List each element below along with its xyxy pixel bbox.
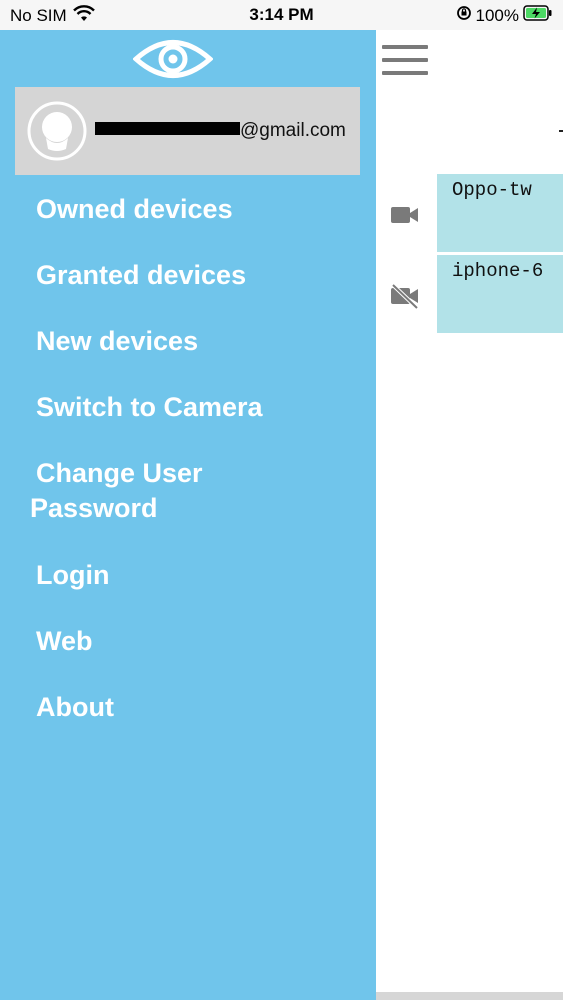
menu-item-new-devices[interactable]: New devices <box>36 324 356 359</box>
navigation-drawer: @gmail.com Owned devices Granted devices… <box>0 30 376 1000</box>
eye-logo-icon <box>132 36 214 82</box>
edge-mark <box>559 130 563 132</box>
menu-item-login[interactable]: Login <box>36 558 356 593</box>
menu-item-label-line2: Password <box>30 493 158 523</box>
battery-percent: 100% <box>475 5 519 25</box>
main-content: Oppo-tw iphone-6 <box>376 30 563 1000</box>
menu-hamburger-icon[interactable] <box>382 45 428 77</box>
menu-item-granted-devices[interactable]: Granted devices <box>36 258 356 293</box>
device-name: iphone-6 <box>452 260 544 282</box>
menu-item-label-line1: Change User <box>36 458 203 488</box>
device-row[interactable]: iphone-6 <box>376 255 563 333</box>
menu-item-switch-to-camera[interactable]: Switch to Camera <box>36 390 356 425</box>
device-card[interactable]: iphone-6 <box>437 255 563 333</box>
status-bar: No SIM 3:14 PM 100% <box>0 0 563 30</box>
videocam-icon <box>390 204 420 226</box>
menu-item-about[interactable]: About <box>36 690 356 725</box>
device-card[interactable]: Oppo-tw <box>437 174 563 252</box>
status-right: 100% <box>456 5 553 26</box>
user-profile-box[interactable]: @gmail.com <box>15 87 360 175</box>
device-name: Oppo-tw <box>452 179 532 201</box>
menu-item-owned-devices[interactable]: Owned devices <box>36 192 356 227</box>
redacted-email-prefix <box>95 122 240 136</box>
avatar-icon <box>27 101 87 161</box>
user-email: @gmail.com <box>95 120 346 142</box>
menu-item-web[interactable]: Web <box>36 624 356 659</box>
email-domain: @gmail.com <box>240 120 346 141</box>
battery-charging-icon <box>523 5 553 26</box>
menu-item-change-user-password[interactable]: Change User Password <box>30 456 350 526</box>
orientation-lock-icon <box>456 5 472 26</box>
device-row[interactable]: Oppo-tw <box>376 174 563 252</box>
videocam-off-icon <box>390 283 420 310</box>
bottom-strip <box>376 992 563 1000</box>
